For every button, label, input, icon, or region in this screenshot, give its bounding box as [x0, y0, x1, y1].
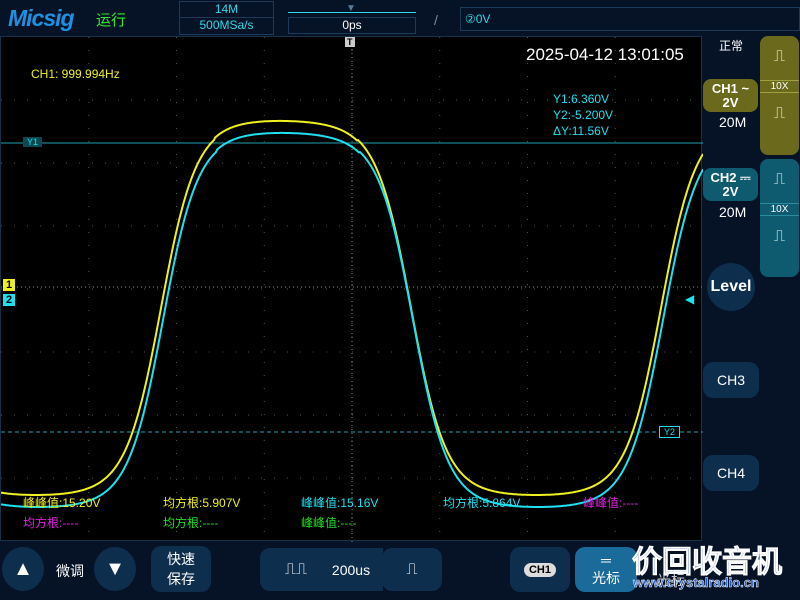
trigger-level-arrow-icon[interactable]: ◀ — [685, 292, 694, 306]
ch1-name: CH1 — [711, 81, 738, 96]
wide-pulse-icon: ⎍ — [406, 560, 418, 578]
ch1-marker[interactable]: 1 — [3, 279, 16, 291]
run-state[interactable]: 运行 — [96, 9, 126, 30]
ch1-probe-panel[interactable]: ⎍ 10X ⎍ — [760, 36, 799, 155]
ch1-frequency: CH1: 999.994Hz — [31, 67, 120, 81]
trigger-pos-icon: ▼ — [346, 3, 356, 14]
level-knob[interactable]: Level — [707, 263, 755, 311]
rising-edge-icon[interactable]: / — [434, 12, 438, 28]
ch1-scale: 2V — [722, 95, 739, 110]
cursor-dy: ΔY:11.56V — [553, 124, 609, 138]
memory-depth[interactable]: 14M — [179, 1, 274, 18]
measurement-5[interactable]: 均方根:---- — [23, 514, 78, 531]
measurement-7[interactable]: 峰峰值:---- — [301, 514, 356, 531]
ch2-scale-up-icon[interactable]: ⎍ — [760, 171, 799, 189]
cursor-y1: Y1:6.360V — [553, 92, 610, 106]
cursor-y2: Y2:-5.200V — [553, 108, 614, 122]
narrow-pulse-icon: ⎍⎍ — [284, 560, 308, 578]
fine-up-button[interactable]: ▲ — [2, 547, 44, 591]
dc-coupling-icon: ⎓ — [740, 170, 751, 185]
timebase-increase-button[interactable]: ⎍ — [382, 548, 442, 591]
fine-tune-label: 微调 — [56, 563, 84, 579]
trigger-marker[interactable]: T — [345, 37, 355, 47]
ch2-button[interactable]: CH2 ⎓ 2V — [703, 168, 758, 201]
sample-rate[interactable]: 500MSa/s — [179, 17, 274, 35]
trigger-info[interactable]: ②0V — [460, 7, 800, 31]
y2-cursor-tag[interactable]: Y2 — [659, 426, 681, 438]
cursor-icon: ═ — [601, 551, 611, 568]
ch2-bandwidth: 20M — [719, 204, 747, 220]
measurement-1[interactable]: 均方根:5.907V — [163, 494, 240, 511]
ch2-scale: 2V — [722, 184, 739, 199]
y1-cursor-tag[interactable]: Y1 — [23, 137, 43, 147]
measurement-0[interactable]: 峰峰值:15.20V — [23, 494, 100, 511]
quick-save-button[interactable]: 快速 保存 — [151, 546, 211, 592]
fine-down-button[interactable]: ▼ — [94, 547, 136, 591]
ch2-probe-panel[interactable]: ⎍ 10X ⎍ — [760, 159, 799, 277]
timebase-value[interactable]: 200us — [319, 548, 383, 591]
ch4-button[interactable]: CH4 — [703, 455, 759, 491]
ch1-probe[interactable]: 10X — [760, 80, 799, 93]
micsig-logo: Micsig — [8, 5, 75, 31]
channel-select-button[interactable]: CH1 — [510, 547, 570, 592]
watermark-url: www.crystalradio.cn — [633, 575, 759, 591]
cursor-label: 光标 — [592, 569, 620, 586]
timestamp: 2025-04-12 13:01:05 — [526, 45, 684, 64]
ch2-scale-down-icon[interactable]: ⎍ — [760, 228, 799, 246]
ch1-scale-up-icon[interactable]: ⎍ — [760, 48, 799, 66]
ch3-button[interactable]: CH3 — [703, 362, 759, 398]
ch2-marker[interactable]: 2 — [3, 294, 16, 306]
ch2-probe[interactable]: 10X — [760, 203, 799, 216]
ch1-scale-down-icon[interactable]: ⎍ — [760, 105, 799, 123]
cursor-button[interactable]: ═ 光标 — [575, 547, 637, 592]
ch2-name: CH2 — [710, 170, 737, 185]
measurement-4[interactable]: 峰峰值:---- — [583, 494, 638, 511]
ch-select-label: CH1 — [523, 562, 556, 577]
ch1-bandwidth: 20M — [719, 114, 747, 130]
waveform-area[interactable]: 2025-04-12 13:01:05 CH1: 999.994Hz Y1:6.… — [0, 36, 703, 542]
trigger-position[interactable]: 0ps — [288, 17, 416, 34]
ac-coupling-icon: ~ — [741, 81, 750, 96]
measurement-2[interactable]: 峰峰值:15.16V — [301, 494, 378, 511]
trigger-mode[interactable]: 正常 — [719, 37, 743, 54]
measurement-3[interactable]: 均方根:5.864V — [443, 494, 520, 511]
measurement-6[interactable]: 均方根:---- — [163, 514, 218, 531]
ch1-button[interactable]: CH1 ~2V — [703, 79, 758, 112]
